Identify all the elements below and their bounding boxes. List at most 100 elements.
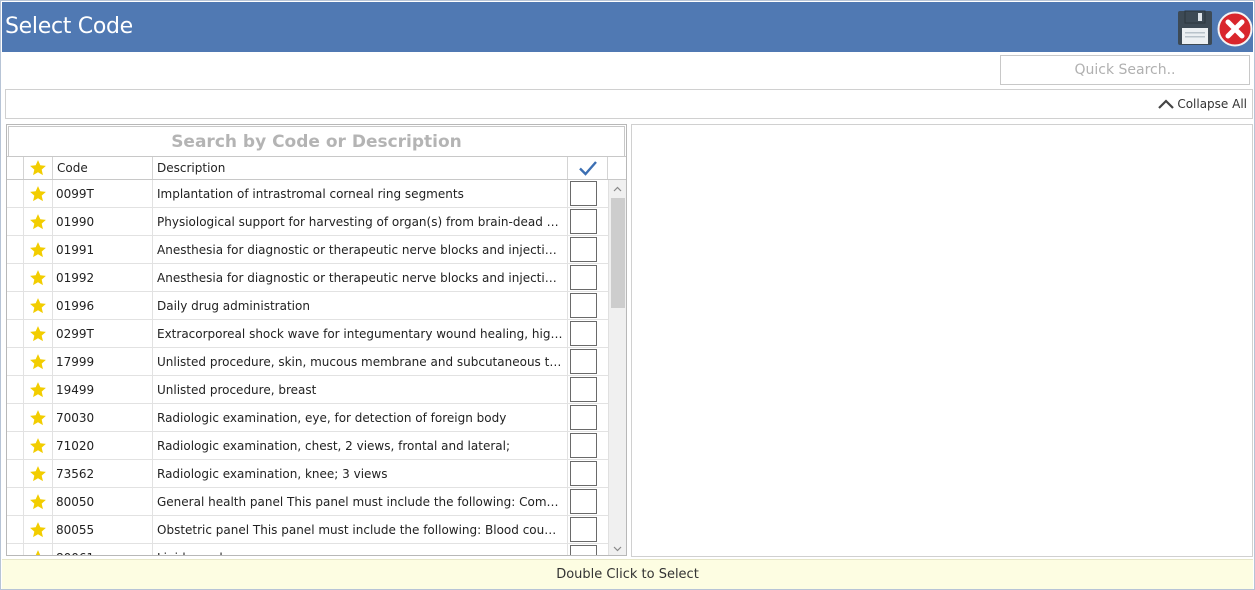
select-checkbox[interactable] [570,405,597,430]
star-icon[interactable] [29,521,47,539]
code-cell: 80050 [53,488,153,516]
favorite-cell[interactable] [24,180,53,208]
code-cell: 01996 [53,292,153,320]
code-cell: 01992 [53,264,153,292]
select-checkbox[interactable] [570,545,597,555]
description-cell: Anesthesia for diagnostic or therapeutic… [153,236,568,264]
scroll-down-arrow-icon [613,546,622,551]
favorite-cell[interactable] [24,236,53,264]
table-row[interactable]: 19499 Unlisted procedure, breast [7,376,608,404]
favorite-cell[interactable] [24,376,53,404]
select-cell [568,208,608,236]
code-cell: 71020 [53,432,153,460]
favorite-cell[interactable] [24,208,53,236]
favorite-cell[interactable] [24,348,53,376]
code-search-input[interactable] [8,126,625,156]
star-icon[interactable] [29,269,47,287]
favorite-cell[interactable] [24,460,53,488]
select-cell [568,404,608,432]
select-checkbox[interactable] [570,517,597,542]
favorite-cell[interactable] [24,320,53,348]
code-cell: 01991 [53,236,153,264]
star-icon[interactable] [29,353,47,371]
select-cell [568,180,608,208]
favorite-cell[interactable] [24,404,53,432]
table-row[interactable]: 01992 Anesthesia for diagnostic or therap… [7,264,608,292]
close-button[interactable] [1217,11,1253,47]
description-cell: Implantation of intrastromal corneal rin… [153,180,568,208]
code-cell: 80055 [53,516,153,544]
description-cell: Daily drug administration [153,292,568,320]
row-indicator [7,236,24,264]
favorite-cell[interactable] [24,488,53,516]
star-icon[interactable] [29,381,47,399]
star-icon[interactable] [29,241,47,259]
save-button[interactable] [1177,10,1213,46]
window-title: Select Code [5,14,133,39]
table-row[interactable]: 0299T Extracorporeal shock wave for integ… [7,320,608,348]
table-row[interactable]: 71020 Radiologic examination, chest, 2 vi… [7,432,608,460]
select-checkbox[interactable] [570,489,597,514]
star-icon [30,160,46,176]
select-checkbox[interactable] [570,209,597,234]
select-checkbox[interactable] [570,433,597,458]
favorite-cell[interactable] [24,292,53,320]
select-checkbox[interactable] [570,349,597,374]
collapse-all-button[interactable]: Collapse All [1157,97,1247,111]
scroll-up-button[interactable] [609,180,626,197]
select-column-header[interactable] [568,157,608,179]
row-indicator [7,320,24,348]
star-icon[interactable] [29,185,47,203]
code-column-label: Code [57,161,88,175]
table-row[interactable]: 01996 Daily drug administration [7,292,608,320]
select-checkbox[interactable] [570,181,597,206]
star-icon[interactable] [29,325,47,343]
quick-search-input[interactable] [1000,55,1250,85]
chevron-up-icon [1158,99,1175,109]
favorite-cell[interactable] [24,264,53,292]
star-icon[interactable] [29,297,47,315]
select-checkbox[interactable] [570,293,597,318]
description-cell: Unlisted procedure, skin, mucous membran… [153,348,568,376]
select-checkbox[interactable] [570,321,597,346]
select-checkbox[interactable] [570,461,597,486]
description-column-label: Description [157,161,226,175]
select-checkbox[interactable] [570,377,597,402]
star-icon[interactable] [29,465,47,483]
table-row[interactable]: 80050 General health panel This panel mus… [7,488,608,516]
selected-codes-panel [631,124,1253,557]
code-cell: 19499 [53,376,153,404]
star-icon[interactable] [29,409,47,427]
table-row[interactable]: 73562 Radiologic examination, knee; 3 vie… [7,460,608,488]
table-row[interactable]: 70030 Radiologic examination, eye, for de… [7,404,608,432]
table-row[interactable]: 80061Lipid panel [7,544,608,556]
close-icon [1217,11,1253,47]
table-row[interactable]: 01991 Anesthesia for diagnostic or therap… [7,236,608,264]
scroll-down-button[interactable] [609,540,626,555]
table-row[interactable]: 01990 Physiological support for harvestin… [7,208,608,236]
star-icon[interactable] [29,493,47,511]
star-icon[interactable] [29,549,47,556]
description-cell: Extracorporeal shock wave for integument… [153,320,568,348]
footer-hint-bar: Double Click to Select [2,559,1253,589]
description-column-header[interactable]: Description [153,157,568,179]
table-row[interactable]: 80055 Obstetric panel This panel must inc… [7,516,608,544]
code-column-header[interactable]: Code [53,157,153,179]
group-bar: Collapse All [5,89,1253,119]
star-icon[interactable] [29,437,47,455]
scroll-thumb[interactable] [611,198,625,308]
favorite-cell[interactable] [24,516,53,544]
select-cell [568,516,608,544]
select-checkbox[interactable] [570,265,597,290]
row-indicator [7,348,24,376]
grid-scrollbar[interactable] [608,180,626,555]
favorite-cell[interactable] [24,544,53,556]
table-row[interactable]: 17999 Unlisted procedure, skin, mucous me… [7,348,608,376]
select-cell [568,320,608,348]
footer-hint: Double Click to Select [556,567,699,582]
favorite-column-header[interactable] [24,157,53,179]
star-icon[interactable] [29,213,47,231]
favorite-cell[interactable] [24,432,53,460]
table-row[interactable]: 0099T Implantation of intrastromal cornea… [7,180,608,208]
select-checkbox[interactable] [570,237,597,262]
